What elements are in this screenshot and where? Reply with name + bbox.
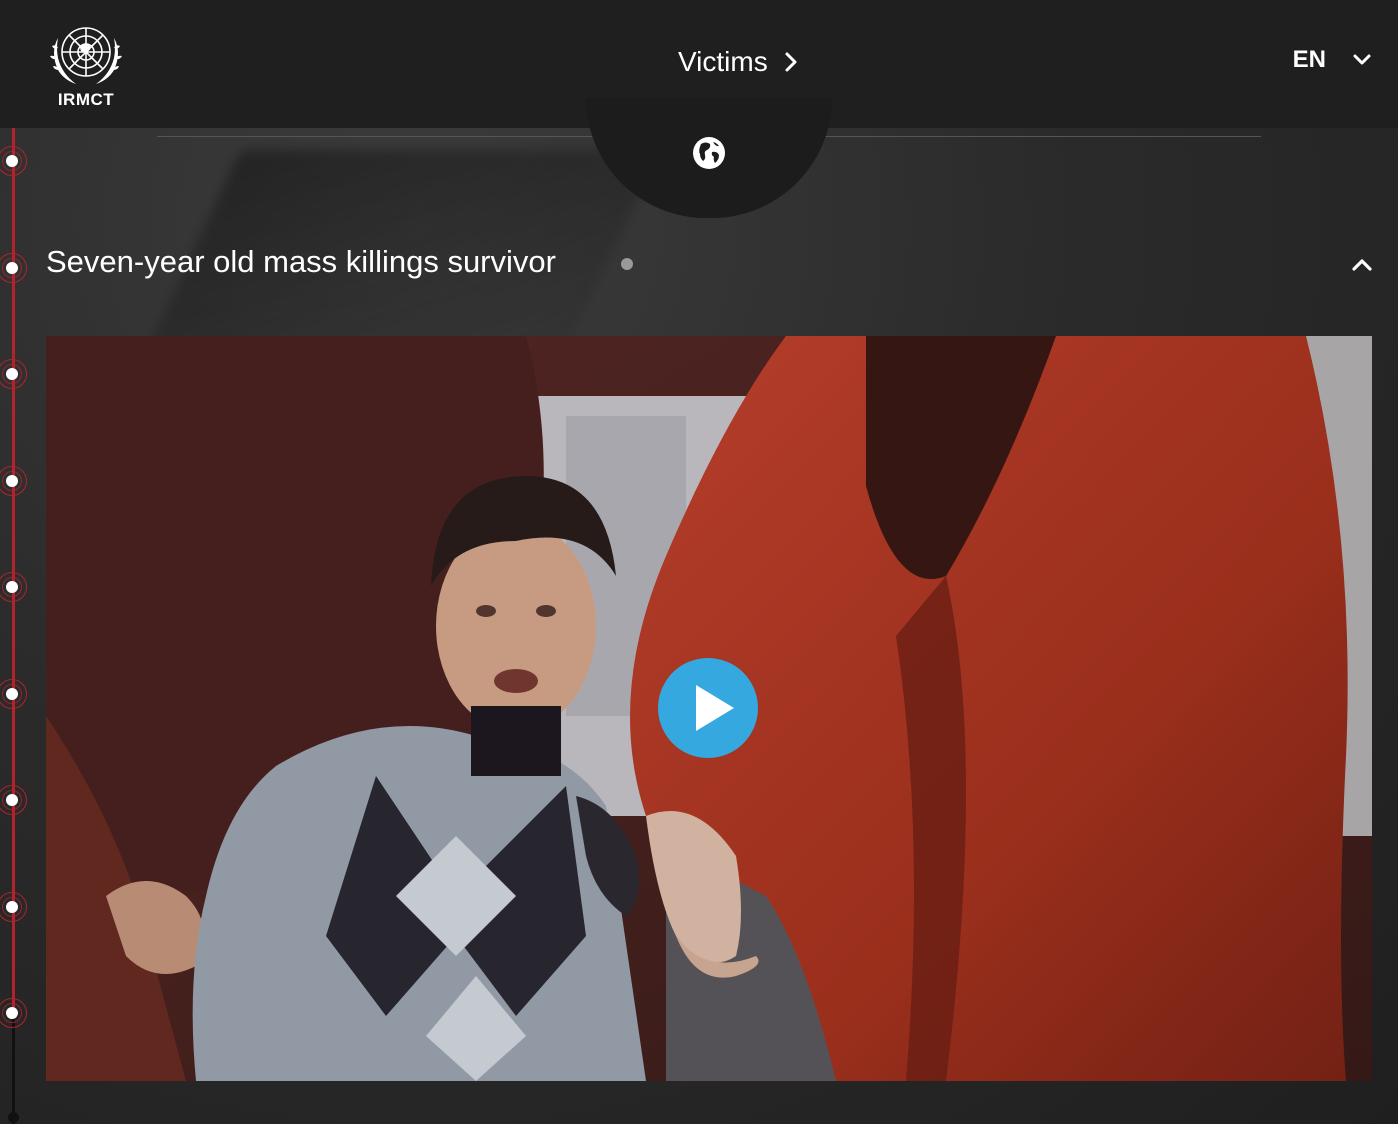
victims-nav-link[interactable]: Victims — [678, 42, 798, 82]
page: IRMCT Victims EN Seven-year old mass kil… — [0, 0, 1398, 1124]
play-button[interactable] — [658, 658, 758, 758]
un-emblem-icon — [50, 27, 122, 84]
chevron-up-icon[interactable] — [1346, 250, 1378, 278]
timeline-marker[interactable] — [0, 146, 27, 176]
timeline-marker[interactable] — [0, 785, 27, 815]
timeline-marker[interactable] — [0, 359, 27, 389]
language-label: EN — [1292, 46, 1326, 73]
timeline-marker[interactable] — [0, 679, 27, 709]
globe-icon[interactable] — [692, 136, 726, 170]
video-player[interactable] — [46, 336, 1372, 1081]
timeline-marker[interactable] — [0, 253, 27, 283]
chevron-right-icon — [785, 52, 797, 72]
timeline-marker[interactable] — [0, 466, 27, 496]
timeline-marker[interactable] — [0, 572, 27, 602]
timeline-marker-current[interactable] — [0, 998, 27, 1028]
language-selector[interactable]: EN — [1293, 46, 1372, 74]
status-dot — [621, 258, 633, 270]
logo-text: IRMCT — [57, 90, 115, 109]
irmct-logo[interactable]: IRMCT — [44, 18, 128, 114]
timeline-track-remaining — [12, 1013, 15, 1124]
chevron-down-icon — [1353, 54, 1371, 65]
section-title: Seven-year old mass killings survivor — [46, 244, 556, 279]
timeline-marker[interactable] — [0, 892, 27, 922]
nav-title: Victims — [678, 46, 768, 77]
timeline-end-marker — [8, 1112, 19, 1123]
